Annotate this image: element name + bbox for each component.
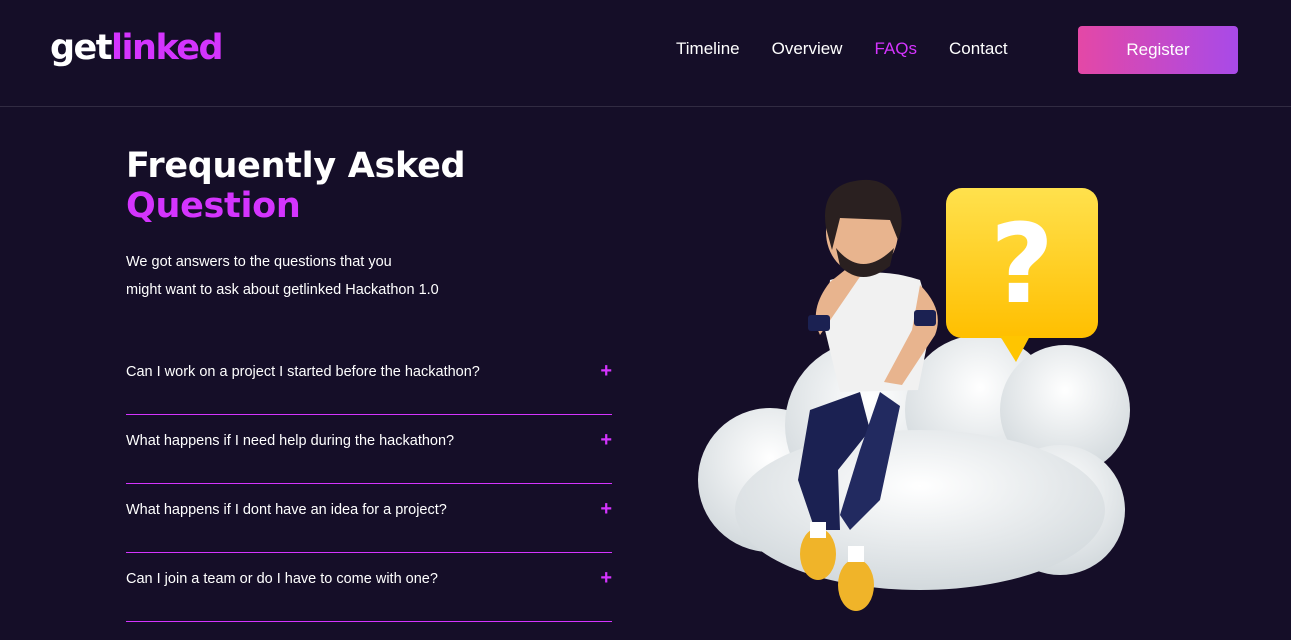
expand-plus-icon[interactable]: +	[600, 359, 612, 383]
page-subtitle: We got answers to the questions that you…	[126, 248, 466, 304]
expand-plus-icon[interactable]: +	[600, 566, 612, 590]
faq-item[interactable]: Can I join a team or do I have to come w…	[126, 553, 612, 622]
logo-text-get: get	[50, 28, 113, 68]
page-title: Frequently Asked Question	[126, 146, 466, 226]
nav-timeline[interactable]: Timeline	[676, 38, 740, 60]
subtitle-line1: We got answers to the questions that you	[126, 254, 392, 270]
main-nav: Timeline Overview FAQs Contact	[676, 38, 1008, 60]
faq-item[interactable]: Can I work on a project I started before…	[126, 346, 612, 415]
register-button[interactable]: Register	[1078, 26, 1238, 74]
logo-text-linked: linked	[111, 28, 224, 68]
faq-question: Can I join a team or do I have to come w…	[126, 571, 438, 587]
faq-item[interactable]: What happens if I need help during the h…	[126, 415, 612, 484]
subtitle-line2: might want to ask about getlinked Hackat…	[126, 282, 439, 298]
expand-plus-icon[interactable]: +	[600, 497, 612, 521]
faq-question: What happens if I dont have an idea for …	[126, 502, 447, 518]
faq-question: Can I work on a project I started before…	[126, 364, 480, 380]
expand-plus-icon[interactable]: +	[600, 428, 612, 452]
nav-contact[interactable]: Contact	[949, 38, 1008, 60]
site-header: getlinked Timeline Overview FAQs Contact…	[0, 0, 1291, 107]
faq-question: What happens if I need help during the h…	[126, 433, 455, 449]
logo[interactable]: getlinked	[50, 26, 224, 70]
faq-list: Can I work on a project I started before…	[126, 346, 612, 622]
faq-item[interactable]: What happens if I dont have an idea for …	[126, 484, 612, 553]
question-mark: ?	[990, 200, 1054, 328]
page-title-line1: Frequently Asked	[126, 146, 466, 186]
nav-faqs[interactable]: FAQs	[874, 38, 917, 60]
question-bubble-icon: ?	[946, 188, 1098, 362]
page-title-line2: Question	[126, 186, 301, 226]
thinking-man-on-cloud-illustration: ?	[698, 179, 1130, 611]
nav-overview[interactable]: Overview	[772, 38, 843, 60]
